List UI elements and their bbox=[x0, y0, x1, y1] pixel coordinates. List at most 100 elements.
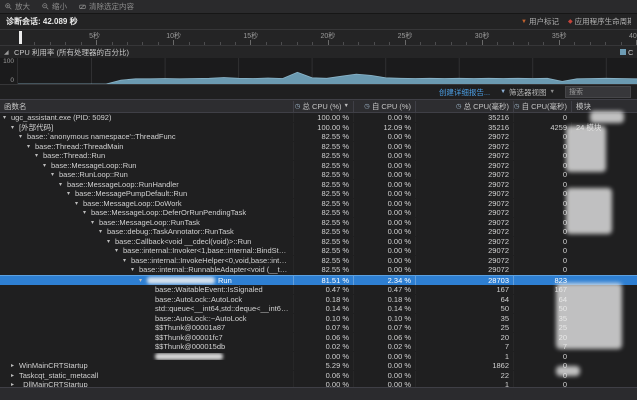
ruler-tick bbox=[497, 42, 498, 45]
table-row[interactable]: $$Thunk@00001fc7 0.06 % 0.06 % 20 20 bbox=[0, 333, 637, 343]
table-row[interactable]: ▾ Run 81.51 % 2.34 % 28703 823 bbox=[0, 275, 637, 286]
function-name-cell: ▾ base::MessageLoop::Run bbox=[0, 161, 293, 170]
table-row[interactable]: base::AutoLock::AutoLock 0.18 % 0.18 % 6… bbox=[0, 295, 637, 305]
profiler-window: 放大 缩小 清除选定内容 诊断会话: 42.089 秒 ▼ 用户标记 ◆ 应用程… bbox=[0, 0, 637, 400]
table-row[interactable]: ▾ base::MessagePumpDefault::Run 82.55 % … bbox=[0, 189, 637, 199]
table-row[interactable]: ▾ base::Thread::ThreadMain 82.55 % 0.00 … bbox=[0, 142, 637, 152]
total-cpu-ms-cell: 35 bbox=[415, 314, 513, 323]
search-placeholder: 搜索 bbox=[569, 87, 583, 97]
ruler-tick-label: 10秒 bbox=[166, 31, 181, 41]
stopwatch-icon: ◷ bbox=[295, 102, 301, 110]
session-bar: 诊断会话: 42.089 秒 ▼ 用户标记 ◆ 应用程序生命周期事件 bbox=[0, 14, 637, 29]
column-self-cpu-ms[interactable]: ◷自 CPU(毫秒) bbox=[513, 101, 571, 112]
ruler-tick bbox=[343, 42, 344, 45]
tree-twisty-icon[interactable]: ▾ bbox=[107, 238, 115, 245]
table-row[interactable]: ▾ base::`anonymous namespace'::ThreadFun… bbox=[0, 132, 637, 142]
ruler-tick bbox=[420, 42, 421, 45]
column-module[interactable]: 模块 bbox=[571, 101, 637, 112]
table-row[interactable]: base::WaitableEvent::IsSignaled 0.47 % 0… bbox=[0, 285, 637, 295]
self-cpu-ms-cell: 35 bbox=[513, 314, 571, 323]
tree-twisty-icon[interactable]: ▾ bbox=[115, 247, 123, 254]
total-cpu-pct-cell: 100.00 % bbox=[293, 123, 353, 132]
tree-twisty-icon[interactable]: ▾ bbox=[75, 200, 83, 207]
self-cpu-ms-cell: 0 bbox=[513, 265, 571, 274]
table-row[interactable]: ▾ [外部代码] 100.00 % 12.09 % 35216 4259 24 … bbox=[0, 123, 637, 133]
tree-twisty-icon[interactable]: ▾ bbox=[123, 257, 131, 264]
filter-view-dropdown[interactable]: ▼ 筛选器视图 ▼ bbox=[500, 87, 555, 98]
total-cpu-ms-cell: 22 bbox=[415, 371, 513, 380]
function-name-cell: std::queue<__int64,std::deque<__int64,st… bbox=[0, 304, 293, 313]
table-row[interactable]: ▾ base::Callback<void __cdecl(void)>::Ru… bbox=[0, 237, 637, 247]
table-row[interactable]: $$Thunk@000015db 0.02 % 0.02 % 7 7 bbox=[0, 342, 637, 352]
zoom-out-button[interactable]: 缩小 bbox=[42, 1, 67, 12]
tree-twisty-icon[interactable]: ▾ bbox=[11, 124, 19, 131]
table-row[interactable]: ▾ base::MessageLoop::Run 82.55 % 0.00 % … bbox=[0, 161, 637, 171]
table-row[interactable]: std::queue<__int64,std::deque<__int64,st… bbox=[0, 304, 637, 314]
collapse-arrow-icon[interactable]: ◢ bbox=[4, 49, 11, 56]
table-row[interactable]: ▸ Taskcqt_static_metacall 0.06 % 0.00 % … bbox=[0, 371, 637, 381]
table-body: ▾ ugc_assistant.exe (PID: 5092) 100.00 %… bbox=[0, 113, 637, 389]
sort-desc-icon: ▼ bbox=[344, 103, 349, 109]
tree-twisty-icon[interactable]: ▾ bbox=[3, 114, 11, 121]
tree-twisty-icon[interactable]: ▾ bbox=[91, 219, 99, 226]
table-row[interactable]: $$Thunk@00001a87 0.07 % 0.07 % 25 25 bbox=[0, 323, 637, 333]
tree-twisty-icon[interactable]: ▾ bbox=[131, 266, 139, 273]
table-row[interactable]: ▾ base::MessageLoop::DoWork 82.55 % 0.00… bbox=[0, 199, 637, 209]
table-row[interactable]: ▾ base::MessageLoop::RunHandler 82.55 % … bbox=[0, 180, 637, 190]
ruler-tick bbox=[528, 42, 529, 45]
timeline-ruler[interactable]: 5秒10秒15秒20秒25秒30秒35秒40秒 bbox=[0, 29, 637, 46]
column-self-cpu-pct[interactable]: ◷自 CPU (%) bbox=[353, 101, 415, 112]
ruler-tick bbox=[605, 42, 606, 45]
column-function-name[interactable]: 函数名 bbox=[0, 101, 293, 112]
function-name-cell: ▾ base::Thread::Run bbox=[0, 151, 293, 160]
ruler-tick bbox=[142, 42, 143, 45]
function-name-cell bbox=[0, 353, 293, 360]
zoom-in-button[interactable]: 放大 bbox=[5, 1, 30, 12]
total-cpu-ms-cell: 29072 bbox=[415, 237, 513, 246]
table-row[interactable]: ▾ base::internal::Invoker<1,base::intern… bbox=[0, 246, 637, 256]
tree-twisty-icon[interactable]: ▾ bbox=[83, 209, 91, 216]
self-cpu-ms-cell: 0 bbox=[513, 180, 571, 189]
table-row[interactable]: ▸ WinMainCRTStartup 5.29 % 0.00 % 1862 0 bbox=[0, 361, 637, 371]
self-cpu-ms-cell: 50 bbox=[513, 304, 571, 313]
table-row[interactable]: 0.00 % 0.00 % 1 0 bbox=[0, 352, 637, 362]
table-row[interactable]: ▾ base::RunLoop::Run 82.55 % 0.00 % 2907… bbox=[0, 170, 637, 180]
tree-twisty-icon[interactable]: ▾ bbox=[139, 277, 147, 284]
cpu-utilization-chart[interactable]: 100 0 bbox=[0, 58, 637, 85]
column-total-cpu-ms[interactable]: ◷总 CPU(毫秒) bbox=[415, 101, 513, 112]
table-row[interactable]: ▾ base::MessageLoop::DeferOrRunPendingTa… bbox=[0, 208, 637, 218]
function-name-cell: ▾ base::internal::InvokeHelper<0,void,ba… bbox=[0, 256, 293, 265]
cpu-area-chart[interactable] bbox=[18, 58, 637, 84]
total-cpu-ms-cell: 20 bbox=[415, 333, 513, 342]
tree-twisty-icon[interactable]: ▾ bbox=[19, 133, 27, 140]
ruler-tick bbox=[297, 42, 298, 45]
playhead-marker[interactable] bbox=[19, 31, 22, 44]
search-input[interactable]: 搜索 bbox=[565, 86, 631, 98]
tree-twisty-icon[interactable]: ▾ bbox=[43, 162, 51, 169]
tree-twisty-icon[interactable]: ▸ bbox=[11, 372, 19, 379]
clear-selection-button[interactable]: 清除选定内容 bbox=[79, 1, 134, 12]
tree-twisty-icon[interactable]: ▾ bbox=[35, 152, 43, 159]
tree-twisty-icon[interactable]: ▾ bbox=[67, 190, 75, 197]
total-cpu-ms-cell: 29072 bbox=[415, 256, 513, 265]
column-total-cpu-pct[interactable]: ◷总 CPU (%)▼ bbox=[293, 101, 353, 112]
table-row[interactable]: ▾ base::internal::RunnableAdapter<void (… bbox=[0, 265, 637, 275]
tree-twisty-icon[interactable]: ▾ bbox=[27, 143, 35, 150]
create-detailed-report-link[interactable]: 创建详细报告... bbox=[439, 87, 490, 98]
self-cpu-pct-cell: 0.47 % bbox=[353, 285, 415, 294]
tree-twisty-icon[interactable]: ▾ bbox=[99, 228, 107, 235]
table-row[interactable]: ▾ base::internal::InvokeHelper<0,void,ba… bbox=[0, 256, 637, 266]
table-row[interactable]: ▾ base::Thread::Run 82.55 % 0.00 % 29072… bbox=[0, 151, 637, 161]
total-cpu-ms-cell: 1862 bbox=[415, 361, 513, 370]
tree-twisty-icon[interactable]: ▾ bbox=[59, 181, 67, 188]
function-name-cell: ▾ base::`anonymous namespace'::ThreadFun… bbox=[0, 132, 293, 141]
tree-twisty-icon[interactable]: ▾ bbox=[51, 171, 59, 178]
tree-twisty-icon[interactable]: ▸ bbox=[11, 362, 19, 369]
total-cpu-ms-cell: 29072 bbox=[415, 208, 513, 217]
ruler-tick bbox=[543, 42, 544, 45]
table-row[interactable]: ▾ base::debug::TaskAnnotator::RunTask 82… bbox=[0, 227, 637, 237]
table-row[interactable]: ▾ base::MessageLoop::RunTask 82.55 % 0.0… bbox=[0, 218, 637, 228]
self-cpu-pct-cell: 0.18 % bbox=[353, 295, 415, 304]
table-row[interactable]: base::AutoLock::~AutoLock 0.10 % 0.10 % … bbox=[0, 314, 637, 324]
total-cpu-pct-cell: 0.10 % bbox=[293, 314, 353, 323]
